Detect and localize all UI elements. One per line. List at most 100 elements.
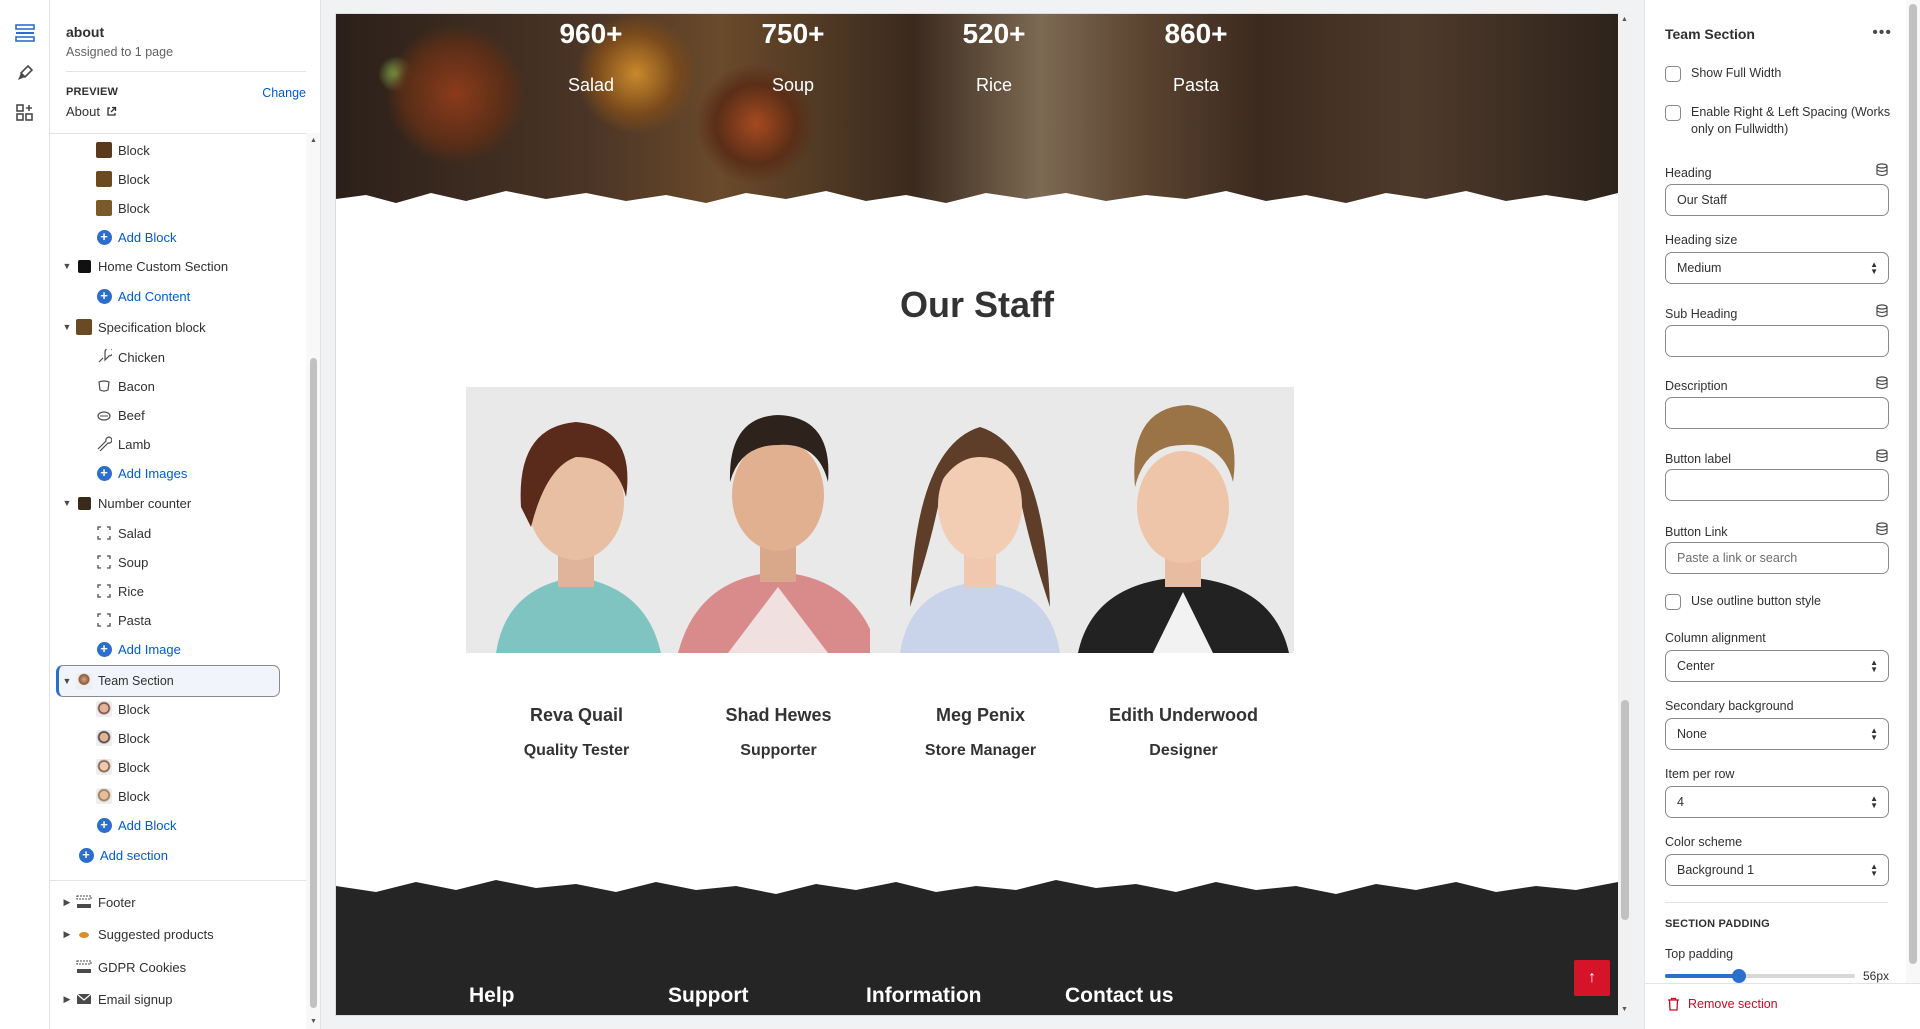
outline-button-checkbox[interactable]: Use outline button style <box>1665 593 1895 610</box>
food-thumbnail-icon <box>96 171 112 187</box>
button-link-input[interactable]: Paste a link or search <box>1665 542 1889 574</box>
tree-section-number-counter[interactable]: ▼ Number counter <box>56 489 296 517</box>
checkbox-box[interactable] <box>1665 105 1681 121</box>
add-images-button[interactable]: + Add Images <box>56 459 296 487</box>
tree-block-lamb[interactable]: Lamb <box>56 430 296 458</box>
scroll-up-icon[interactable]: ▲ <box>310 137 317 144</box>
sidebar-scroll-thumb[interactable] <box>310 358 317 1008</box>
remove-section-button[interactable]: Remove section <box>1667 997 1778 1011</box>
checkbox-box[interactable] <box>1665 594 1681 610</box>
scroll-down-icon[interactable]: ▼ <box>310 1018 317 1025</box>
tree-block-pasta[interactable]: Pasta <box>56 606 296 634</box>
add-block-button[interactable]: + Add Block <box>56 223 296 251</box>
add-icon: + <box>96 817 112 833</box>
checkbox-box[interactable] <box>1665 66 1681 82</box>
footer-heading-contact[interactable]: Contact us <box>1065 984 1174 1008</box>
tree-section-suggested[interactable]: ▶ Suggested products <box>56 920 296 948</box>
counter-caption: Rice <box>975 75 1012 95</box>
tree-block-salad[interactable]: Salad <box>56 519 296 547</box>
footer-heading-information[interactable]: Information <box>866 984 982 1008</box>
theme-settings-icon[interactable] <box>12 60 38 86</box>
chevron-right-icon[interactable]: ▶ <box>62 929 72 940</box>
chevron-down-icon[interactable]: ▼ <box>62 322 72 332</box>
tree-section-footer[interactable]: ▶ Footer <box>56 888 296 916</box>
panel-scroll-thumb[interactable] <box>1909 4 1917 964</box>
tree-block[interactable]: Block <box>56 165 296 193</box>
footer-heading-support[interactable]: Support <box>668 984 748 1008</box>
counter-number: 860+ <box>1164 18 1228 49</box>
tree-block[interactable]: Block <box>56 753 296 781</box>
tree-block-chicken[interactable]: Chicken <box>56 343 296 371</box>
preview-page-name: About <box>66 104 100 119</box>
add-block-button[interactable]: + Add Block <box>56 811 296 839</box>
chevron-right-icon[interactable]: ▶ <box>62 994 72 1005</box>
preview-label: PREVIEW <box>66 86 119 98</box>
description-input[interactable] <box>1665 397 1889 429</box>
secondary-background-select[interactable]: None ▲ ▼ <box>1665 718 1889 750</box>
show-full-width-checkbox[interactable]: Show Full Width <box>1665 65 1895 82</box>
sub-heading-input[interactable] <box>1665 325 1889 357</box>
apps-icon[interactable] <box>12 100 38 126</box>
tree-block[interactable]: Block <box>56 695 296 723</box>
person-thumbnail-icon <box>96 730 112 746</box>
panel-title: Team Section <box>1665 26 1755 42</box>
tree-section-gdpr[interactable]: GDPR Cookies <box>56 953 296 981</box>
sections-icon[interactable] <box>12 20 38 46</box>
tree-section-specification[interactable]: ▼ Specification block <box>56 313 296 341</box>
tree-section-team[interactable]: ▼ Team Section <box>56 665 280 697</box>
top-padding-label: Top padding <box>1665 947 1734 961</box>
panel-scrollbar[interactable] <box>1906 0 1920 983</box>
dynamic-source-icon[interactable] <box>1876 163 1888 177</box>
color-scheme-select[interactable]: Background 1 ▲ ▼ <box>1665 854 1889 886</box>
section-settings-panel: Team Section ••• Show Full Width Enable … <box>1644 0 1920 1029</box>
scroll-down-icon[interactable]: ▼ <box>1621 1006 1628 1013</box>
tree-block[interactable]: Block <box>56 194 296 222</box>
add-section-button[interactable]: + Add section <box>56 841 296 869</box>
preview-scroll-thumb[interactable] <box>1621 700 1629 920</box>
scroll-up-icon[interactable]: ▲ <box>1621 16 1628 23</box>
top-padding-slider[interactable] <box>1665 969 1855 983</box>
tree-block-rice[interactable]: Rice <box>56 577 296 605</box>
person-thumbnail-icon <box>96 788 112 804</box>
dynamic-source-icon[interactable] <box>1876 449 1888 463</box>
divider <box>1665 902 1888 903</box>
tree-block[interactable]: Block <box>56 782 296 810</box>
column-alignment-select[interactable]: Center ▲ ▼ <box>1665 650 1889 682</box>
chevron-down-icon[interactable]: ▼ <box>62 676 72 686</box>
dynamic-source-icon[interactable] <box>1876 376 1888 390</box>
cookie-icon <box>76 959 92 975</box>
counter-number: 520+ <box>962 18 1026 49</box>
team-thumbnail-icon <box>76 673 92 689</box>
chevron-right-icon[interactable]: ▶ <box>62 897 72 908</box>
tree-block-beef[interactable]: Beef <box>56 401 296 429</box>
more-options-icon[interactable]: ••• <box>1872 24 1892 42</box>
select-arrows-icon: ▲ ▼ <box>1870 794 1878 810</box>
counter-number: 750+ <box>761 18 825 49</box>
dynamic-source-icon[interactable] <box>1876 522 1888 536</box>
chevron-down-icon[interactable]: ▼ <box>62 498 72 508</box>
scroll-to-top-button[interactable]: ↑ <box>1574 960 1610 996</box>
tree-section-home-custom[interactable]: ▼ Home Custom Section <box>56 252 296 280</box>
change-preview-link[interactable]: Change <box>262 86 306 100</box>
slider-handle[interactable] <box>1732 969 1747 983</box>
chevron-down-icon[interactable]: ▼ <box>62 261 72 271</box>
add-image-button[interactable]: + Add Image <box>56 635 296 663</box>
heading-input[interactable]: Our Staff <box>1665 184 1889 216</box>
preview-page-link[interactable]: About <box>66 104 117 119</box>
preview-scrollbar[interactable]: ▲ ▼ <box>1618 14 1632 1015</box>
tree-block[interactable]: Block <box>56 724 296 752</box>
add-content-button[interactable]: + Add Content <box>56 282 296 310</box>
tree-block[interactable]: Block <box>56 136 296 164</box>
enable-spacing-checkbox[interactable]: Enable Right & Left Spacing (Works only … <box>1665 104 1895 138</box>
email-icon <box>76 991 92 1007</box>
sidebar-scrollbar[interactable]: ▲ ▼ <box>306 133 320 1029</box>
tree-block-soup[interactable]: Soup <box>56 548 296 576</box>
store-preview[interactable]: 960+ Salad 750+ Soup 520+ Rice 860+ Past… <box>336 14 1618 1015</box>
tree-block-bacon[interactable]: Bacon <box>56 372 296 400</box>
footer-heading-help[interactable]: Help <box>469 984 515 1008</box>
button-label-input[interactable] <box>1665 469 1889 501</box>
tree-section-email[interactable]: ▶ Email signup <box>56 985 296 1013</box>
item-per-row-select[interactable]: 4 ▲ ▼ <box>1665 786 1889 818</box>
dynamic-source-icon[interactable] <box>1876 304 1888 318</box>
heading-size-select[interactable]: Medium ▲ ▼ <box>1665 252 1889 284</box>
